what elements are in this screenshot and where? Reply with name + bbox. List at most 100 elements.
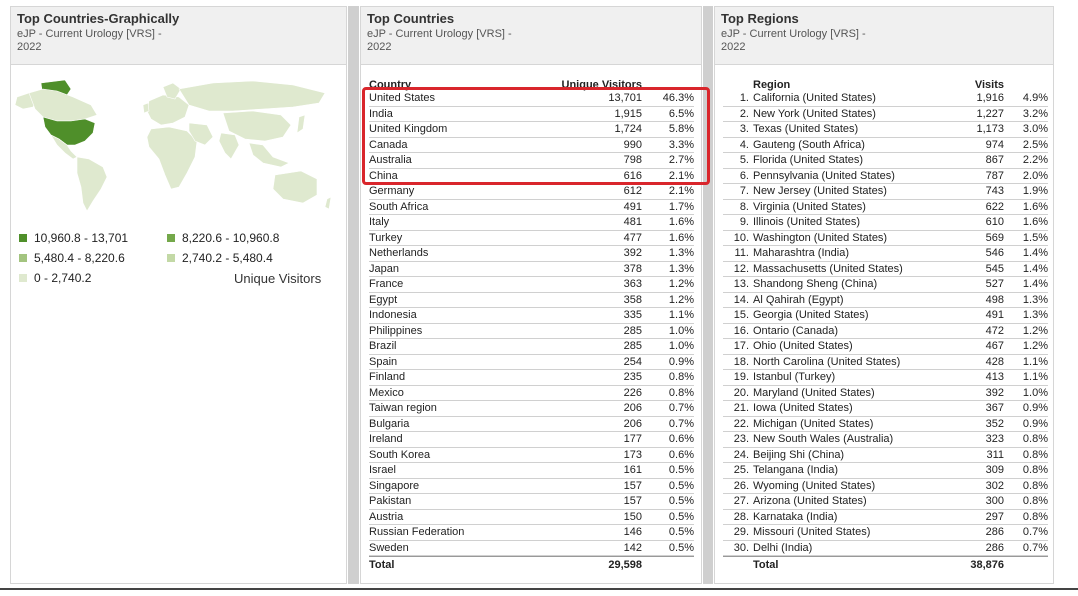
visit-percent: 1.2% [1022,340,1048,352]
region-name: Virginia (United States) [753,200,866,213]
world-map[interactable] [13,75,343,215]
map-panel-year: 2022 [17,41,42,53]
highlight-box [362,87,710,185]
visitor-percent: 1.0% [668,340,694,352]
region-rank: 4. [739,138,749,151]
map-southeast-asia[interactable] [248,142,290,168]
visitor-count: 150 [623,510,642,523]
visitor-percent: 0.7% [668,402,694,414]
region-name: Delhi (India) [753,541,813,554]
table-row: 16. Ontario (Canada) 472 1.2% [723,324,1048,339]
visit-percent: 0.8% [1022,495,1048,507]
visit-count: 472 [985,324,1004,337]
region-rank: 23. [733,433,749,445]
visitor-percent: 1.3% [668,262,694,275]
country-name: Russian Federation [369,526,465,538]
visitor-count: 285 [623,340,642,352]
region-rank: 12. [733,262,749,275]
table-row: 28. Karnataka (India) 297 0.8% [723,510,1048,525]
table-row: Netherlands 392 1.3% [369,246,694,262]
region-name: Iowa (United States) [753,402,853,414]
visit-percent: 0.9% [1022,417,1048,430]
table-row: Taiwan region 206 0.7% [369,401,694,417]
region-name: Washington (United States) [753,231,888,244]
country-name: Germany [369,185,415,197]
map-panel: Top Countries-Graphically eJP - Current … [10,6,347,584]
country-name: Taiwan region [369,402,437,414]
table-row: 10. Washington (United States) 569 1.5% [723,231,1048,246]
visit-count: 527 [985,278,1004,290]
country-name: Singapore [369,479,420,492]
legend-item: 0 - 2,740.2 [19,271,91,285]
visit-percent: 3.2% [1022,107,1048,120]
visitor-count: 481 [623,216,642,228]
country-name: France [369,278,404,290]
visitor-count: 378 [623,262,642,275]
visitor-percent: 1.3% [668,247,694,259]
visitor-percent: 0.5% [668,526,694,538]
region-name: Maryland (United States) [753,386,875,399]
region-rank: 25. [733,464,749,476]
visit-count: 367 [985,402,1004,414]
map-united-states[interactable] [42,116,96,146]
map-canada[interactable] [28,88,98,122]
table-row: Finland 235 0.8% [369,370,694,386]
region-name: Shandong Sheng (China) [753,278,878,290]
table-row: Ireland 177 0.6% [369,432,694,448]
visitor-count: 254 [623,355,642,368]
visitor-percent: 1.2% [668,293,694,306]
region-rank: 18. [733,355,749,368]
legend-swatch [167,254,175,262]
visit-percent: 1.6% [1022,200,1048,213]
country-name: Sweden [369,541,409,554]
map-russia[interactable] [178,80,326,112]
map-south-america[interactable] [76,156,108,212]
legend-label: 10,960.8 - 13,701 [34,231,129,245]
map-africa[interactable] [146,126,198,190]
region-name: Telangana (India) [753,464,839,476]
map-new-zealand[interactable] [324,196,332,210]
region-rank: 6. [739,169,749,182]
legend-swatch [19,274,27,282]
table-row: 9. Illinois (United States) 610 1.6% [723,215,1048,231]
map-europe[interactable] [146,94,190,126]
table-row: Indonesia 335 1.1% [369,308,694,324]
table-row: Pakistan 157 0.5% [369,494,694,510]
visitor-percent: 0.6% [668,448,694,461]
visitor-count: 157 [623,495,642,507]
region-rank: 26. [733,479,749,492]
country-name: Italy [369,216,390,228]
visitor-count: 206 [623,417,642,430]
table-row: 1. California (United States) 1,916 4.9% [723,91,1048,107]
country-name: Austria [369,510,404,523]
visit-percent: 0.8% [1022,433,1048,445]
countries-panel-header: Top Countries eJP - Current Urology [VRS… [361,7,701,65]
map-japan[interactable] [296,114,306,134]
table-row: 21. Iowa (United States) 367 0.9% [723,401,1048,417]
region-name: Michigan (United States) [753,417,874,430]
map-india[interactable] [218,132,240,160]
panel-divider [348,6,359,584]
regions-panel-year: 2022 [721,41,746,53]
bottom-border [0,588,1078,590]
table-row: 7. New Jersey (United States) 743 1.9% [723,184,1048,200]
country-name: Egypt [369,293,398,306]
visit-percent: 0.7% [1022,526,1048,538]
table-row: 5. Florida (United States) 867 2.2% [723,153,1048,169]
visit-count: 546 [985,247,1004,259]
table-row: 14. Al Qahirah (Egypt) 498 1.3% [723,293,1048,308]
visit-percent: 0.9% [1022,402,1048,414]
region-rank: 28. [733,510,749,523]
region-rank: 9. [739,216,749,228]
regions-table: Region Visits 1. California (United State… [723,79,1048,572]
map-australia[interactable] [272,170,318,204]
visit-percent: 1.4% [1022,247,1048,259]
visitor-count: 142 [623,541,642,554]
region-rank: 10. [733,231,749,244]
table-row: 15. Georgia (United States) 491 1.3% [723,308,1048,324]
map-united-kingdom[interactable] [142,102,150,114]
visit-count: 297 [985,510,1004,523]
visitor-count: 335 [623,309,642,321]
region-rank: 7. [739,185,749,197]
visit-count: 622 [985,200,1004,213]
